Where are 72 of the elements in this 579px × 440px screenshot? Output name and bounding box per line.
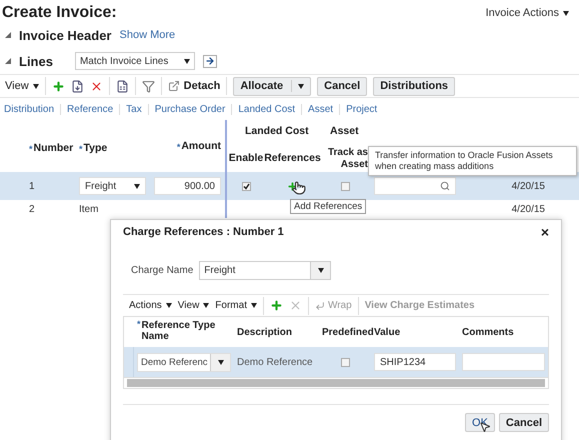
table-cell: 1: [25, 172, 75, 200]
column-header: References: [264, 152, 321, 164]
detail-tab[interactable]: Reference: [61, 104, 120, 114]
export-icon[interactable]: [116, 80, 129, 92]
value-field[interactable]: SHIP1234: [374, 353, 456, 371]
section-title: Lines: [19, 54, 53, 68]
column-header: Description: [237, 326, 292, 338]
column-header: Value: [374, 326, 400, 338]
detail-tab[interactable]: Landed Cost: [232, 104, 302, 114]
detail-tab[interactable]: Distribution: [0, 104, 62, 114]
section-title: Invoice Header: [19, 28, 112, 42]
lines-action-select[interactable]: Match Invoice Lines: [74, 52, 195, 70]
cancel-button[interactable]: Cancel: [498, 413, 549, 432]
column-header: Number: [34, 142, 74, 154]
go-button[interactable]: [202, 54, 217, 68]
column-header: Type: [84, 142, 108, 154]
column-header: Predefined: [322, 326, 374, 338]
search-icon[interactable]: [440, 181, 450, 191]
collapse-icon[interactable]: [5, 32, 11, 38]
track-asset-checkbox[interactable]: [340, 182, 350, 190]
detail-tab[interactable]: Tax: [120, 104, 149, 114]
distributions-button[interactable]: Distributions: [373, 76, 456, 96]
cancel-button[interactable]: Cancel: [317, 76, 368, 96]
table-cell: 4/20/15: [512, 180, 545, 192]
table-cell: 4/20/15: [512, 204, 545, 214]
close-button[interactable]: ×: [540, 224, 549, 240]
collapse-icon[interactable]: [5, 58, 11, 64]
predefined-checkbox[interactable]: [340, 358, 350, 366]
product-field[interactable]: [374, 177, 456, 195]
detach-icon: [168, 80, 180, 92]
wrap-icon: [314, 300, 325, 310]
format-menu[interactable]: Format: [215, 300, 257, 311]
filter-icon[interactable]: [142, 80, 155, 92]
allocate-button[interactable]: Allocate: [233, 76, 312, 96]
comments-field[interactable]: [462, 353, 545, 371]
reference-type-select[interactable]: Demo Referenc: [137, 352, 231, 372]
tooltip: Add References: [290, 199, 366, 214]
actions-menu[interactable]: Actions: [129, 300, 172, 311]
add-icon[interactable]: [287, 180, 298, 192]
required-mark: *: [29, 144, 33, 154]
view-menu[interactable]: View: [178, 300, 210, 311]
column-group-header: Landed Cost: [244, 124, 310, 138]
invoice-actions-menu[interactable]: Invoice Actions: [486, 7, 569, 19]
table-cell: Demo Reference: [237, 356, 313, 368]
dialog-title: Charge References : Number 1: [123, 226, 284, 238]
page-title: Create Invoice:: [2, 4, 117, 22]
column-header: Track as Asset: [326, 147, 368, 170]
required-mark: *: [176, 142, 180, 152]
required-mark: *: [79, 144, 83, 154]
column-header: Reference Type Name: [142, 320, 216, 342]
detach-button[interactable]: Detach: [168, 80, 220, 92]
charge-name-select[interactable]: Freight: [199, 260, 332, 280]
table-cell: Item: [79, 204, 98, 214]
detail-tab[interactable]: Purchase Order: [148, 104, 232, 114]
delete-icon[interactable]: [90, 80, 103, 92]
horizontal-scrollbar[interactable]: [124, 377, 548, 388]
required-mark: *: [137, 320, 141, 330]
enable-checkbox[interactable]: [242, 182, 250, 190]
column-header: Amount: [181, 140, 221, 152]
field-label: Charge Name: [131, 264, 194, 276]
view-menu[interactable]: View: [5, 80, 39, 92]
tooltip: Transfer information to Oracle Fusion Assets when creating mass additions: [368, 146, 577, 176]
amount-field[interactable]: 900.00: [154, 177, 221, 195]
column-group-header: Asset: [329, 124, 360, 138]
column-header: Comments: [462, 326, 514, 338]
column-header: Enable: [228, 152, 264, 164]
hand-cursor-icon: [292, 181, 306, 195]
detail-tab[interactable]: Asset: [302, 104, 340, 114]
insert-row-icon[interactable]: [70, 80, 84, 92]
type-select[interactable]: Freight: [79, 177, 146, 195]
detail-tab[interactable]: Project: [340, 104, 384, 114]
show-more-link[interactable]: Show More: [120, 29, 176, 41]
